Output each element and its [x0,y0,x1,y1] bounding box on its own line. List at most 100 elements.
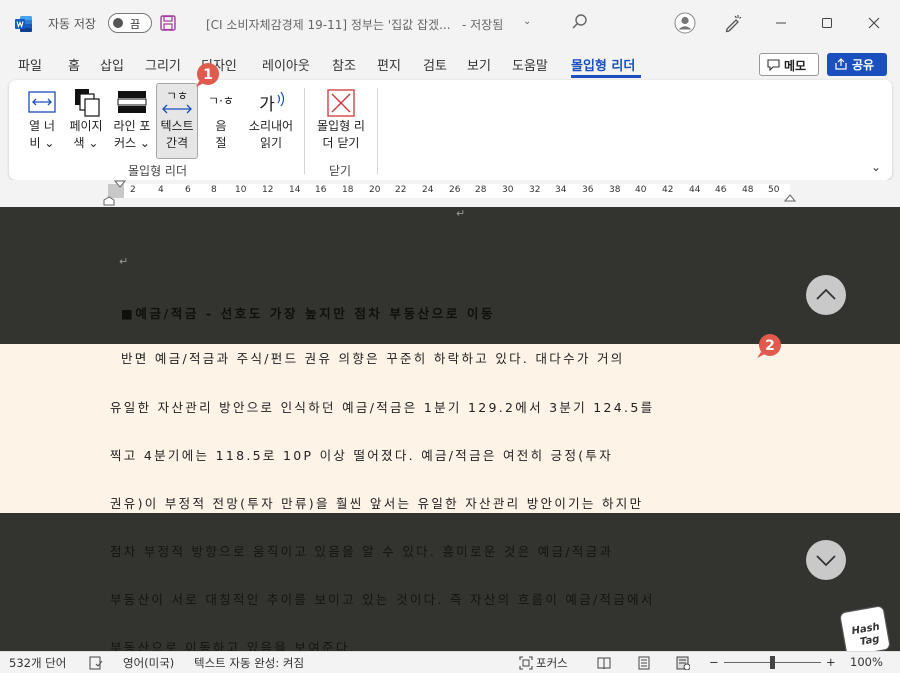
ruler-tick: 40 [635,185,647,195]
page-color-label-1: 페이지 [69,119,103,133]
autosave-state: 끔 [130,18,141,31]
tab-review[interactable]: 검토 [423,55,447,74]
column-width-label-2: 비 ⌄ [29,136,55,150]
tab-immersive-reader[interactable]: 몰입형 리더 [571,55,635,74]
ruler-tick: 22 [395,185,407,195]
callout-badge-2: 2 [757,334,781,358]
line-focus-label-1: 라인 포 [113,119,151,133]
ruler-tick: 20 [369,185,381,195]
zoom-out-button[interactable]: − [709,655,719,669]
share-button[interactable]: 공유 [827,53,887,76]
first-line-indent-icon[interactable] [114,180,126,188]
autosave-toggle[interactable]: 끔 [108,13,152,33]
ribbon-collapse-chevron-icon[interactable]: ⌄ [871,160,881,174]
paragraph-mark: ↵ [456,207,466,220]
read-aloud-button[interactable]: 가 소리내어 읽기 [245,88,297,152]
paragraph-mark: ↵ [119,255,129,268]
document-line[interactable]: 찍고 4분기에는 118.5로 10P 이상 떨어졌다. 예금/적금은 여전히 … [110,445,613,464]
callout-badge-1: 1 [196,63,219,87]
scroll-up-button[interactable] [806,275,846,315]
syllables-label-1: 음 [215,119,227,133]
document-title[interactable]: [CI 소비자체감경제 19-11] 정부는 '집값 잡겠... - 저장됨 [206,16,503,33]
syllables-icon-glyph: ㄱ·ㅎ [208,94,234,108]
close-icon[interactable] [865,14,883,32]
zoom-slider-thumb[interactable] [770,656,775,669]
language-status[interactable]: 영어(미국) [123,655,174,671]
document-line[interactable]: 권유)이 부정적 전망(투자 만류)을 훨씬 앞서는 유일한 자산관리 방안이기… [110,493,643,512]
page-color-label-2: 색 ⌄ [73,136,99,150]
column-width-button[interactable]: 열 너 비 ⌄ [23,88,61,152]
tab-mailings[interactable]: 편지 [377,55,401,74]
ruler-tick: 8 [211,185,217,195]
word-logo-icon [15,16,32,32]
title-bar: 자동 저장 끔 [CI 소비자체감경제 19-11] 정부는 '집값 잡겠...… [0,0,900,46]
tab-layout[interactable]: 레이아웃 [262,55,310,74]
title-chevron-down-icon[interactable]: ⌄ [523,16,531,27]
group-separator [304,88,305,174]
document-line[interactable]: 점차 부정적 방향으로 움직이고 있음을 알 수 있다. 흥미로운 것은 예금/… [110,541,613,560]
text-spacing-label-1: 텍스트 [160,119,194,133]
tab-view[interactable]: 보기 [467,55,491,74]
tab-home[interactable]: 홈 [68,55,80,74]
tab-file[interactable]: 파일 [18,55,42,74]
document-canvas[interactable]: ↵ ↵ ■예금/적금 - 선호도 가장 높지만 점차 부동산으로 이동 반면 예… [0,207,900,651]
ruler-tick: 28 [475,185,487,195]
document-line[interactable]: 유일한 자산관리 방안으로 인식하던 예금/적금은 1분기 129.2에서 3분… [110,397,654,416]
tab-references[interactable]: 참조 [332,55,356,74]
page-color-button[interactable]: 페이지 색 ⌄ [65,88,107,152]
print-layout-icon[interactable] [637,656,651,670]
hanging-indent-icon[interactable] [103,196,115,206]
autosave-label: 자동 저장 [48,17,96,31]
chevron-down-icon [816,555,836,567]
read-mode-icon[interactable] [597,656,611,670]
right-indent-icon[interactable] [784,194,796,202]
scroll-down-button[interactable] [806,540,846,580]
zoom-percent[interactable]: 100% [850,655,883,669]
focus-mode-button[interactable]: 포커스 [536,655,568,671]
chevron-up-icon [816,288,836,300]
ruler-tick: 12 [262,185,274,195]
ruler-tick: 42 [662,185,674,195]
section-heading[interactable]: ■예금/적금 - 선호도 가장 높지만 점차 부동산으로 이동 [121,303,495,322]
web-layout-icon[interactable] [676,656,690,670]
text-spacing-icon: ㄱㅎ [162,89,192,114]
callout-badge-2-text: 2 [765,338,775,354]
active-tab-indicator [571,75,641,78]
text-predictions-status[interactable]: 텍스트 자동 완성: 켜짐 [194,655,304,671]
search-icon[interactable] [571,13,589,31]
memo-button[interactable]: 메모 [759,53,819,76]
maximize-icon[interactable] [818,14,836,32]
close-reader-label-1: 몰입형 리 [317,119,365,133]
tab-help[interactable]: 도움말 [512,55,548,74]
zoom-in-button[interactable]: + [826,655,836,669]
column-width-icon [28,91,56,113]
pen-sparkle-icon[interactable] [722,12,744,34]
ruler-tick: 4 [158,185,164,195]
proofing-icon[interactable] [89,656,103,670]
group-label-close: 닫기 [329,164,352,178]
close-immersive-reader-button[interactable]: 몰입형 리 더 닫기 [312,88,370,152]
syllables-button[interactable]: ㄱ·ㅎ 음 절 [203,88,239,152]
word-count[interactable]: 532개 단어 [9,655,66,671]
tab-insert[interactable]: 삽입 [100,55,124,74]
ruler-tick: 16 [315,185,327,195]
tab-draw[interactable]: 그리기 [145,55,181,74]
text-spacing-button[interactable]: ㄱㅎ 텍스트 간격 [156,83,198,159]
focus-icon[interactable] [519,656,533,670]
toggle-knob [113,18,123,28]
share-label: 공유 [852,58,875,72]
line-focus-highlight [0,344,900,513]
ruler-tick: 46 [715,185,727,195]
group-separator-end [377,88,378,174]
line-focus-button[interactable]: 라인 포 커스 ⌄ [110,88,154,152]
minimize-icon[interactable] [772,14,790,32]
document-line[interactable]: 부동산으로 이동하고 있음을 보여준다. [110,637,356,651]
ribbon-panel: 열 너 비 ⌄ 페이지 색 ⌄ 라인 포 커스 ⌄ ㄱㅎ 텍스트 간격 ㄱ·ㅎ … [9,80,892,180]
save-icon[interactable] [159,14,177,32]
text-spacing-label-2: 간격 [165,136,189,150]
document-line[interactable]: 반면 예금/적금과 주식/펀드 권유 의향은 꾸준히 하락하고 있다. 대다수가… [121,348,625,367]
document-title-text: [CI 소비자체감경제 19-11] 정부는 '집값 잡겠... [206,18,451,32]
ruler-tick: 44 [689,185,701,195]
avatar[interactable] [674,12,696,34]
document-line[interactable]: 부동산이 서로 대칭적인 추이를 보이고 있는 것이다. 즉 자산의 흐름이 예… [110,589,655,608]
